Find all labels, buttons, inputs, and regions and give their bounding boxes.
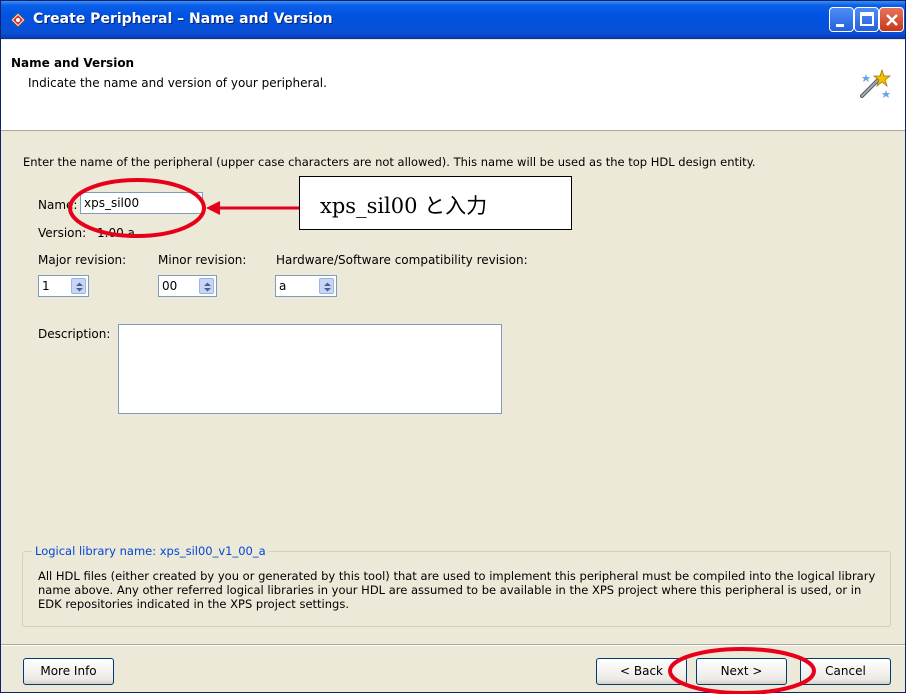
logical-library-description: All HDL files (either created by you or … [38, 569, 876, 611]
minor-revision-spinner[interactable]: 00 [158, 275, 217, 297]
minor-revision-label: Minor revision: [158, 253, 247, 267]
wizard-wand-icon [860, 68, 892, 98]
major-revision-label: Major revision: [38, 253, 127, 267]
major-revision-spinner[interactable]: 1 [38, 275, 89, 297]
intro-text: Enter the name of the peripheral (upper … [23, 155, 756, 169]
minor-spin-buttons[interactable] [199, 278, 214, 294]
minor-revision-value: 00 [162, 279, 178, 293]
close-button[interactable] [879, 7, 904, 32]
wizard-header: Name and Version Indicate the name and v… [1, 40, 905, 131]
description-label: Description: [38, 327, 111, 341]
page-title: Name and Version [11, 56, 135, 70]
version-value: 1.00.a [97, 226, 135, 240]
hw-sw-revision-label: Hardware/Software compatibility revision… [276, 253, 528, 267]
version-label: Version: [38, 226, 87, 240]
annotation-arrowhead [206, 201, 220, 215]
annotation-callout: xps_sil00 と入力 [299, 176, 572, 230]
spin-arrows-icon [204, 282, 211, 292]
hw-sw-revision-value: a [279, 279, 287, 293]
back-button[interactable]: < Back [596, 658, 687, 685]
minimize-button[interactable] [829, 7, 854, 32]
spin-arrows-icon [76, 282, 83, 292]
maximize-icon [860, 12, 874, 26]
title-bar[interactable]: Create Peripheral – Name and Version [1, 1, 905, 39]
footer-separator [1, 644, 905, 646]
name-input[interactable]: xps_sil00 [80, 192, 203, 214]
minimize-icon [836, 24, 844, 27]
wizard-app-icon [10, 12, 26, 28]
hw-sw-spin-buttons[interactable] [319, 278, 334, 294]
window-title: Create Peripheral – Name and Version [33, 11, 333, 27]
major-spin-buttons[interactable] [71, 278, 86, 294]
description-textarea[interactable] [118, 324, 502, 414]
spin-arrows-icon [324, 282, 331, 292]
wizard-window: Create Peripheral – Name and Version Nam… [0, 0, 906, 694]
maximize-button[interactable] [854, 7, 879, 32]
cancel-button[interactable]: Cancel [800, 658, 891, 685]
callout-text: xps_sil00 と入力 [320, 194, 488, 218]
logical-library-name: Logical library name: xps_sil00_v1_00_a [32, 544, 269, 558]
page-subtitle: Indicate the name and version of your pe… [28, 76, 327, 90]
hw-sw-revision-spinner[interactable]: a [275, 275, 337, 297]
name-label: Name: [38, 198, 78, 212]
more-info-button[interactable]: More Info [23, 658, 114, 685]
close-icon [886, 14, 898, 26]
major-revision-value: 1 [42, 279, 50, 293]
next-button[interactable]: Next > [696, 658, 787, 685]
